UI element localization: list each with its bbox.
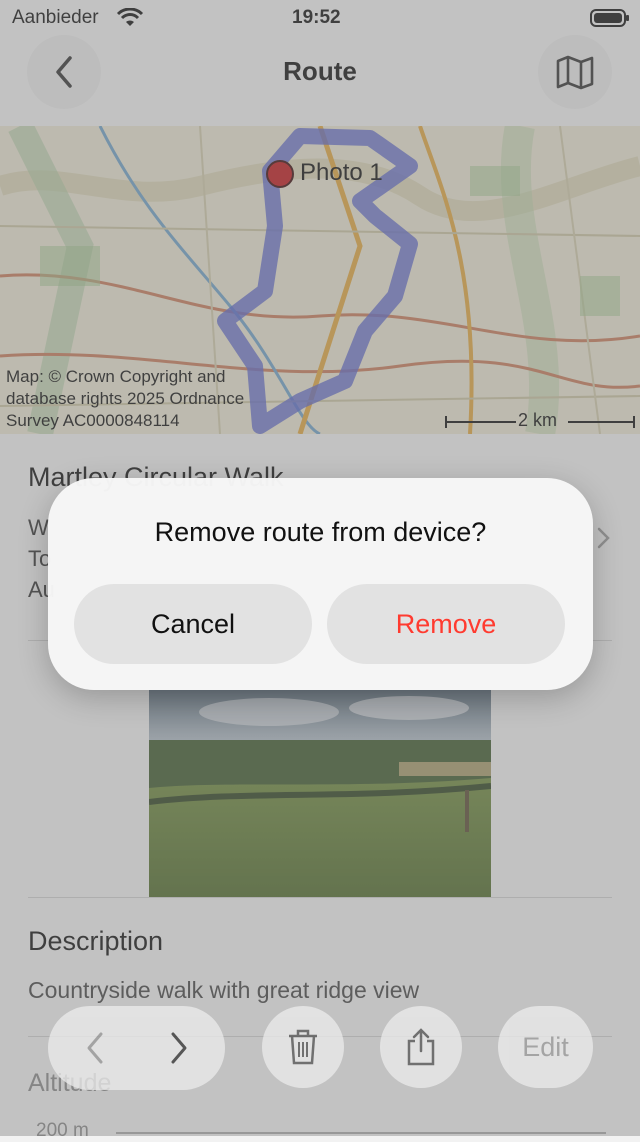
- edit-label: Edit: [522, 1031, 569, 1062]
- chevron-right-icon[interactable]: [167, 1031, 191, 1065]
- cancel-button[interactable]: Cancel: [74, 584, 312, 664]
- edit-button[interactable]: Edit: [498, 1006, 593, 1088]
- share-button[interactable]: [380, 1006, 462, 1088]
- chevron-left-icon[interactable]: [83, 1031, 107, 1065]
- remove-route-dialog: Remove route from device? Cancel Remove: [48, 478, 593, 690]
- share-icon: [407, 1028, 435, 1066]
- navigation-group: [48, 1006, 225, 1090]
- delete-button[interactable]: [262, 1006, 344, 1088]
- trash-icon: [289, 1029, 317, 1065]
- dialog-title: Remove route from device?: [154, 517, 487, 547]
- remove-button[interactable]: Remove: [327, 584, 565, 664]
